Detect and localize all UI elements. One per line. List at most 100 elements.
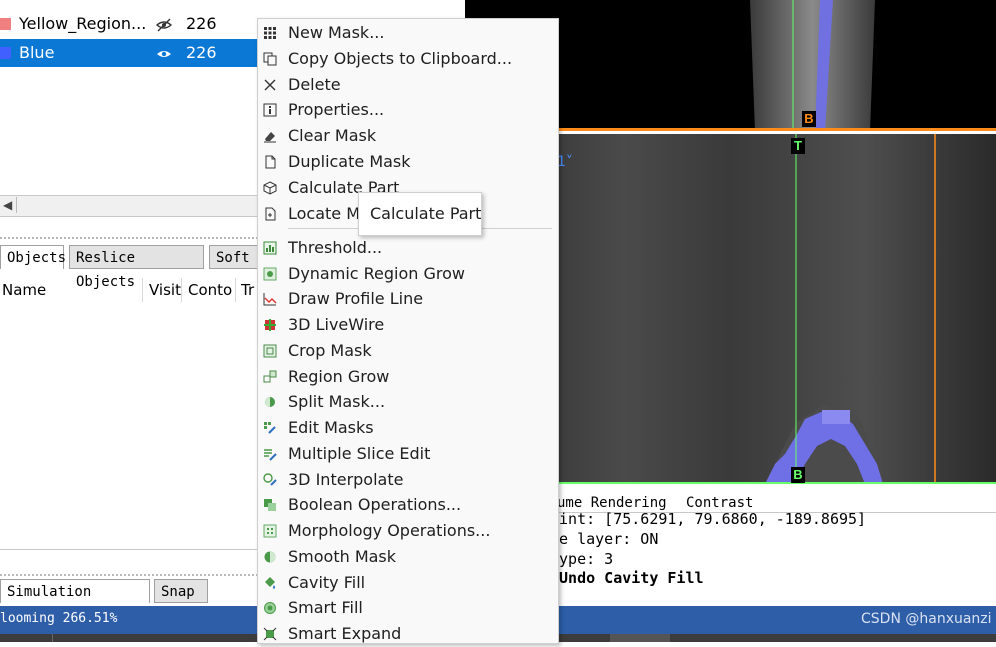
locate-icon <box>263 207 277 221</box>
tab-simulation-objects[interactable]: Simulation Objects <box>0 579 150 624</box>
info-icon <box>263 103 277 117</box>
column-visible[interactable]: Visit <box>149 280 181 300</box>
dynamic-region-icon <box>263 267 277 281</box>
menu-label: Smart Fill <box>288 598 363 617</box>
list-divider <box>0 549 258 550</box>
menu-label: Dynamic Region Grow <box>288 264 466 283</box>
mask-count: 226 <box>186 14 217 33</box>
splitter-handle[interactable] <box>0 574 258 576</box>
menu-label: Smart Expand <box>288 624 402 643</box>
menu-label: Crop Mask <box>288 341 372 360</box>
grid-icon <box>263 26 277 40</box>
copy-icon <box>263 52 277 66</box>
menu-label: Clear Mask <box>288 126 377 145</box>
menu-item-new-mask[interactable]: New Mask... <box>258 21 558 46</box>
menu-item-copy-objects[interactable]: Copy Objects to Clipboard... <box>258 47 558 72</box>
crop-icon <box>263 344 277 358</box>
menu-label: Duplicate Mask <box>288 152 411 171</box>
menu-item-properties[interactable]: Properties... <box>258 98 558 123</box>
column-contour[interactable]: Conto <box>188 280 232 300</box>
menu-item-split-mask[interactable]: Split Mask... <box>258 390 558 415</box>
tab-objects[interactable]: Objects <box>0 245 66 269</box>
scrollbar-divider <box>16 197 17 213</box>
split-icon <box>263 395 277 409</box>
eye-icon[interactable] <box>155 44 173 62</box>
menu-label: Region Grow <box>288 367 390 386</box>
mask-name: Blue <box>19 43 55 62</box>
menu-item-multiple-slice-edit[interactable]: Multiple Slice Edit <box>258 442 558 467</box>
horizontal-scrollbar[interactable]: ◀ <box>0 195 258 217</box>
menu-item-edit-masks[interactable]: Edit Masks <box>258 416 558 441</box>
eye-hidden-icon[interactable] <box>155 15 173 33</box>
mask-color-swatch <box>0 47 11 59</box>
orientation-marker: B <box>791 467 805 483</box>
eraser-icon <box>263 129 277 143</box>
menu-item-3d-interpolate[interactable]: 3D Interpolate <box>258 468 558 493</box>
column-name[interactable]: Name <box>2 280 46 300</box>
threshold-icon <box>263 241 277 255</box>
menu-item-3d-livewire[interactable]: 3D LiveWire <box>258 313 558 338</box>
menu-label: 3D Interpolate <box>288 470 404 489</box>
scroll-left-icon[interactable]: ◀ <box>3 198 12 212</box>
profile-line-icon <box>263 292 277 306</box>
orientation-marker: B <box>802 111 816 127</box>
menu-label: Cavity Fill <box>288 573 366 592</box>
mask-color-swatch <box>0 18 11 30</box>
tab-contrast[interactable]: Contrast <box>686 495 753 511</box>
menu-label: Smooth Mask <box>288 547 397 566</box>
menu-item-dynamic-region-grow[interactable]: Dynamic Region Grow <box>258 262 558 287</box>
menu-item-smooth-mask[interactable]: Smooth Mask <box>258 545 558 570</box>
menu-item-clear-mask[interactable]: Clear Mask <box>258 124 558 149</box>
column-separator <box>142 278 143 302</box>
morphology-icon <box>263 524 277 538</box>
region-grow-icon <box>263 370 277 384</box>
column-transparency[interactable]: Tr <box>241 280 254 300</box>
menu-label: Morphology Operations... <box>288 521 491 540</box>
cube-icon <box>263 181 277 195</box>
mask-count: 226 <box>186 43 217 62</box>
tab-volume-rendering[interactable]: ume Rendering <box>557 495 667 511</box>
cavity-fill-icon <box>263 576 277 590</box>
tab-soft[interactable]: Soft <box>209 245 258 269</box>
menu-item-cavity-fill[interactable]: Cavity Fill <box>258 571 558 596</box>
menu-label: 3D LiveWire <box>288 315 385 334</box>
menu-label: Edit Masks <box>288 418 374 437</box>
menu-label: Split Mask... <box>288 392 386 411</box>
menu-item-smart-fill[interactable]: Smart Fill <box>258 596 558 621</box>
menu-item-threshold[interactable]: Threshold... <box>258 236 558 261</box>
boolean-icon <box>263 498 277 512</box>
menu-label: Delete <box>288 75 341 94</box>
menu-item-region-grow[interactable]: Region Grow <box>258 365 558 390</box>
menu-item-duplicate-mask[interactable]: Duplicate Mask <box>258 150 558 175</box>
info-type: type: 3 <box>550 550 614 568</box>
menu-item-smart-expand[interactable]: Smart Expand <box>258 622 558 647</box>
orientation-dropdown-icon[interactable]: 1˅ <box>557 154 573 170</box>
menu-label: Multiple Slice Edit <box>288 444 431 463</box>
menu-item-crop-mask[interactable]: Crop Mask <box>258 339 558 364</box>
info-point: oint: [75.6291, 79.6860, -189.8695] <box>550 510 867 528</box>
splitter-handle[interactable] <box>0 237 258 239</box>
smart-fill-icon <box>263 601 277 615</box>
menu-item-morphology-operations[interactable]: Morphology Operations... <box>258 519 558 544</box>
tab-reslice-objects[interactable]: Reslice Objects <box>69 245 204 290</box>
mask-name: Yellow_Region... <box>19 14 147 33</box>
interpolate-icon <box>263 473 277 487</box>
menu-label: Boolean Operations... <box>288 495 462 514</box>
context-menu: New Mask... Copy Objects to Clipboard...… <box>257 18 559 644</box>
info-layer: le layer: ON <box>550 530 659 548</box>
multi-slice-icon <box>263 447 277 461</box>
smooth-icon <box>263 550 277 564</box>
tooltip: Calculate Part <box>358 192 482 236</box>
menu-item-delete[interactable]: Delete <box>258 73 558 98</box>
status-text: looming 266.51% <box>0 611 118 626</box>
livewire-icon <box>263 318 277 332</box>
menu-item-draw-profile-line[interactable]: Draw Profile Line <box>258 287 558 312</box>
watermark: CSDN @hanxuanzi <box>861 611 992 627</box>
clipped-row-text: ▔ ▔ ▔ <box>60 0 98 7</box>
tab-snap[interactable]: Snap <box>154 579 208 603</box>
document-icon <box>263 155 277 169</box>
column-separator <box>235 278 236 302</box>
edit-masks-icon <box>263 421 277 435</box>
menu-item-boolean-operations[interactable]: Boolean Operations... <box>258 493 558 518</box>
close-icon <box>263 78 277 92</box>
